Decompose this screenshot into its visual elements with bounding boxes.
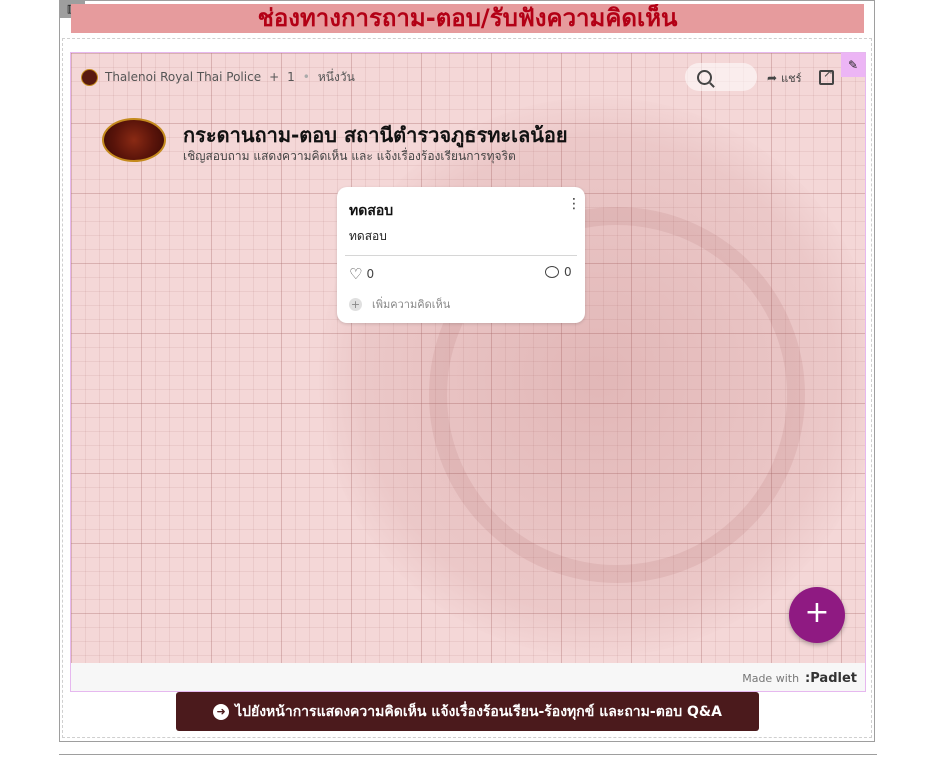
board-toolbar: Thalenoi Royal Thai Police + 1 • หนึ่งวั… [81,67,363,87]
plus-sign: + [269,70,280,84]
last-updated: หนึ่งวัน [317,69,355,84]
share-arrow-icon: ➦ [767,71,778,85]
share-button[interactable]: ➦ แชร์ [767,69,802,87]
plus-icon: + [349,297,362,311]
next-frame-edge [59,754,877,759]
author-name[interactable]: Thalenoi Royal Thai Police [105,70,261,84]
add-post-button[interactable]: + [789,587,845,643]
share-label: แชร์ [781,72,802,85]
padlet-logo: :Padlet [805,671,857,686]
cta-label: ไปยังหน้าการแสดงความคิดเห็น แจ้งเรื่องร้… [235,703,722,720]
padlet-brand: Padlet [810,671,857,686]
more-options-icon[interactable]: ⋮ [567,197,581,211]
comment-bubble-icon [545,266,559,278]
post-title: ทดสอบ [349,203,394,219]
add-comment-input[interactable]: + เพิ่มความคิดเห็น [349,295,450,313]
comment-count: 0 [564,265,572,279]
add-comment-placeholder: เพิ่มความคิดเห็น [372,298,451,311]
embed-footer: Made with :Padlet [71,663,865,691]
padlet-embed: ✎ Thalenoi Royal Thai Police + 1 • หนึ่ง… [70,52,866,692]
board-description: เชิญสอบถาม แสดงความคิดเห็น และ แจ้งเรื่อ… [183,149,516,163]
separator-dot-icon: • [302,70,310,84]
search-icon [697,69,712,85]
board-logo [102,118,166,162]
post-card[interactable]: ทดสอบ ⋮ ทดสอบ ♡ 0 0 + เพิ่มความคิดเห็น [337,187,585,323]
like-button[interactable]: ♡ 0 [349,265,374,283]
like-count: 0 [366,267,375,281]
go-to-feedback-page-button[interactable]: ➜ ไปยังหน้าการแสดงความคิดเห็น แจ้งเรื่อง… [176,692,759,731]
search-button[interactable] [685,63,757,91]
made-with-padlet-link[interactable]: Made with :Padlet [742,671,857,686]
arrow-right-circle-icon: ➜ [213,703,230,720]
police-seal-watermark [319,97,865,657]
contributor-count: 1 [287,70,295,84]
comment-button[interactable]: 0 [545,265,572,279]
author-avatar[interactable] [81,68,98,86]
page-banner: ช่องทางการถาม-ตอบ/รับฟังความคิดเห็น [71,4,864,33]
made-with-label: Made with [742,672,800,685]
open-external-icon[interactable] [819,66,834,85]
card-divider [345,255,577,256]
post-body: ทดสอบ [349,229,387,243]
edit-pencil-icon[interactable]: ✎ [841,53,865,77]
heart-icon: ♡ [349,265,363,283]
